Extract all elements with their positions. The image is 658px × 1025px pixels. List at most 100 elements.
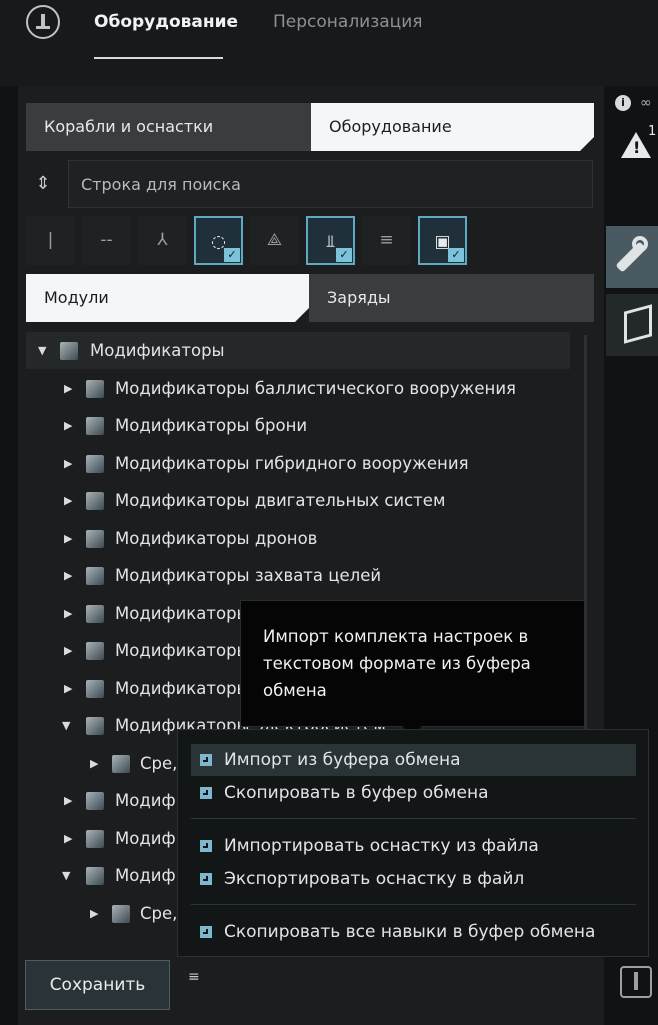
tab-hardware[interactable]: Оборудование <box>311 103 594 151</box>
module-group-icon <box>86 455 104 473</box>
hull-filter-icon[interactable]: ◌ <box>194 216 243 265</box>
module-group-icon <box>112 905 130 923</box>
module-group-icon <box>86 867 104 885</box>
menu-item-export-file[interactable]: Экспортировать оснастку в файл <box>191 863 636 895</box>
menu-item-label: Импортировать оснастку из файла <box>224 836 539 856</box>
tree-row-label: Модификаторы двигательных систем <box>115 491 446 510</box>
module-group-icon <box>112 755 130 773</box>
caret-right-icon[interactable]: ▶ <box>64 557 78 594</box>
menu-item-copy-clipboard[interactable]: Скопировать в буфер обмена <box>191 777 636 809</box>
wrench-head-icon <box>632 236 648 252</box>
filter-toggle-icon[interactable]: ⇕ <box>34 174 52 194</box>
warning-count: 1 <box>648 124 657 139</box>
tree-row-label: Сре, <box>140 904 178 923</box>
tree-row[interactable]: ▶ Модификаторы брони <box>26 407 570 444</box>
tree-row[interactable]: ▶ Модификаторы баллистического вооружени… <box>26 370 570 407</box>
tree-row[interactable]: ▶ Модификаторы захвата целей <box>26 557 570 594</box>
app-logo-icon[interactable] <box>26 5 60 39</box>
caret-right-icon[interactable]: ▶ <box>64 482 78 519</box>
list-filter-icon[interactable]: ≡ <box>362 216 411 265</box>
caret-right-icon[interactable]: ▶ <box>64 370 78 407</box>
menu-item-import-clipboard[interactable]: Импорт из буфера обмена <box>191 744 636 776</box>
tree-row-label: Модификаторы баллистического вооружения <box>115 379 516 398</box>
link-icon[interactable]: ∞ <box>640 95 658 111</box>
menu-divider <box>191 818 636 819</box>
tree-row-label: Модификаторы брони <box>115 416 308 435</box>
tab-modules[interactable]: Модули <box>26 274 309 322</box>
tree-row-label: Модификаторы гибридного вооружения <box>115 454 469 473</box>
top-bar: Оборудование Персонализация <box>0 0 658 86</box>
menu-item-import-file[interactable]: Импортировать оснастку из файла <box>191 830 636 862</box>
tree-row[interactable]: ▶ Модификаторы дронов <box>26 520 570 557</box>
drone-filter-icon[interactable]: ⅄ <box>138 216 187 265</box>
fitting-filter-icon[interactable]: ⫫ <box>306 216 355 265</box>
tree-row[interactable]: ▶ Модификаторы гибридного вооружения <box>26 445 570 482</box>
tab-personalization[interactable]: Персонализация <box>273 12 423 32</box>
menu-item-label: Скопировать в буфер обмена <box>224 783 489 803</box>
menu-item-label: Экспортировать оснастку в файл <box>224 869 525 889</box>
tree-root-row[interactable]: ▼ Модификаторы <box>26 332 570 369</box>
tree-row-label: Модиф <box>115 866 176 885</box>
tree-row-label: Модификаторы дронов <box>115 529 318 548</box>
module-group-icon <box>86 680 104 698</box>
small-weapon-filter-icon[interactable]: | <box>26 216 75 265</box>
caret-right-icon[interactable]: ▶ <box>64 632 78 669</box>
module-group-icon <box>86 567 104 585</box>
caret-right-icon[interactable]: ▶ <box>64 445 78 482</box>
box-icon <box>624 304 652 344</box>
caret-right-icon[interactable]: ▶ <box>90 745 104 782</box>
menu-bullet-icon <box>200 873 212 885</box>
tab-charges[interactable]: Заряды <box>309 274 594 322</box>
caret-down-icon[interactable]: ▼ <box>62 707 76 744</box>
save-button[interactable]: Сохранить <box>25 960 170 1010</box>
module-group-icon <box>86 792 104 810</box>
fitting-tool-button[interactable] <box>606 226 658 288</box>
skill-filter-icon[interactable]: ⟁ <box>250 216 299 265</box>
menu-bullet-icon <box>200 926 212 938</box>
caret-right-icon[interactable]: ▶ <box>64 595 78 632</box>
module-group-icon <box>86 830 104 848</box>
search-input[interactable] <box>68 160 593 208</box>
caret-right-icon[interactable]: ▶ <box>64 670 78 707</box>
caret-right-icon[interactable]: ▶ <box>64 520 78 557</box>
module-group-icon <box>86 380 104 398</box>
cargo-tool-button[interactable] <box>606 294 658 356</box>
tab-ships-and-fittings[interactable]: Корабли и оснастки <box>26 103 311 151</box>
caret-right-icon[interactable]: ▶ <box>64 820 78 857</box>
filter-bar: | -- ⅄ ◌ ⟁ ⫫ ≡ ▣ <box>26 216 593 266</box>
active-tab-underline <box>94 57 223 59</box>
menu-bullet-icon <box>200 787 212 799</box>
menu-bullet-icon <box>200 840 212 852</box>
tree-root-label: Модификаторы <box>90 341 225 360</box>
tree-row-label: Модификаторы захвата целей <box>115 566 382 585</box>
context-menu: Импорт из буфера обмена Скопировать в бу… <box>177 729 649 957</box>
hamburger-menu-icon[interactable]: ≡ <box>188 970 202 984</box>
tooltip: Импорт комплекта настроек в текстовом фо… <box>240 600 585 727</box>
cube-filter-icon[interactable]: ▣ <box>418 216 467 265</box>
tree-row-label: Модиф <box>115 791 176 810</box>
module-group-icon <box>86 605 104 623</box>
menu-item-label: Скопировать все навыки в буфер обмена <box>224 922 596 942</box>
tab-equipment[interactable]: Оборудование <box>94 12 238 32</box>
module-group-icon <box>86 492 104 510</box>
caret-right-icon[interactable]: ▶ <box>90 895 104 932</box>
menu-divider <box>191 904 636 905</box>
caret-down-icon[interactable]: ▼ <box>62 857 76 894</box>
menu-bullet-icon <box>200 754 212 766</box>
module-group-icon <box>86 642 104 660</box>
tree-row-label: Сре, <box>140 754 178 773</box>
caret-right-icon[interactable]: ▶ <box>64 782 78 819</box>
menu-item-label: Импорт из буфера обмена <box>224 750 461 770</box>
bottom-right-action-icon[interactable] <box>620 966 652 998</box>
module-group-icon <box>60 342 78 360</box>
tree-row-label: Модиф <box>115 829 176 848</box>
module-group-icon <box>86 530 104 548</box>
caret-down-icon[interactable]: ▼ <box>38 332 52 369</box>
menu-item-copy-skills[interactable]: Скопировать все навыки в буфер обмена <box>191 916 636 948</box>
info-icon[interactable]: i <box>615 95 631 111</box>
medium-weapon-filter-icon[interactable]: -- <box>82 216 131 265</box>
tree-row[interactable]: ▶ Модификаторы двигательных систем <box>26 482 570 519</box>
caret-right-icon[interactable]: ▶ <box>64 407 78 444</box>
module-group-icon <box>86 417 104 435</box>
warning-icon[interactable] <box>621 132 651 158</box>
